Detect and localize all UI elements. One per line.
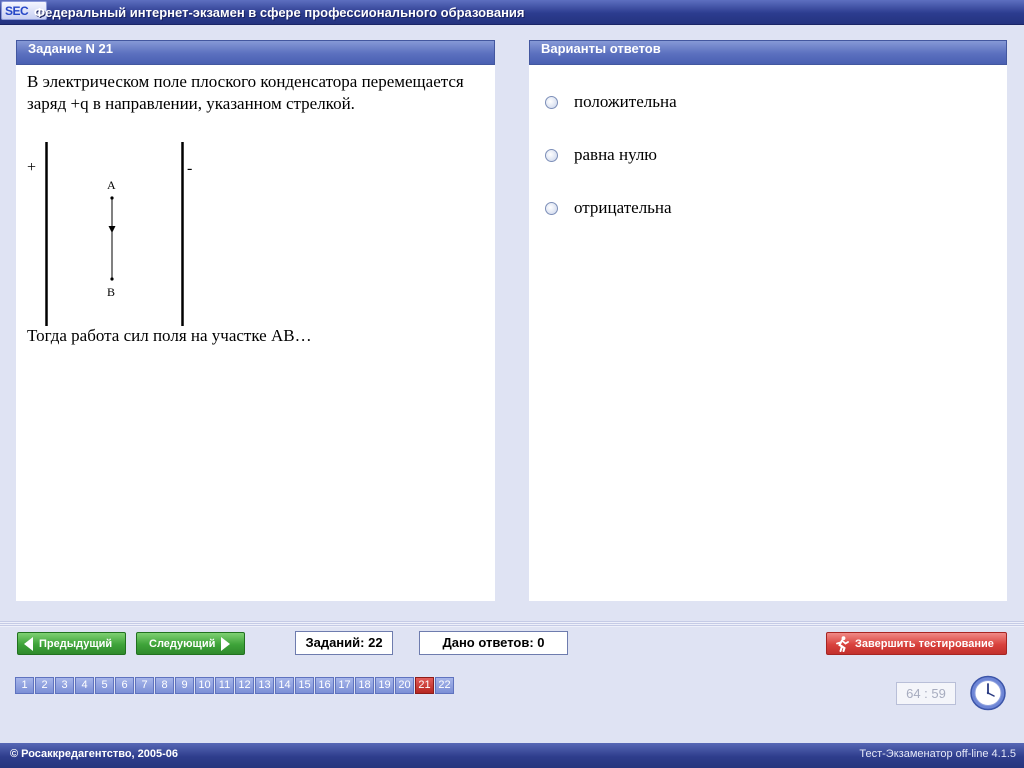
question-number-22[interactable]: 22 xyxy=(435,677,454,694)
question-number-7[interactable]: 7 xyxy=(135,677,154,694)
question-text-continued: Тогда работа сил поля на участке АВ… xyxy=(27,326,312,345)
control-divider xyxy=(0,621,1024,627)
question-number-6[interactable]: 6 xyxy=(115,677,134,694)
capacitor-diagram: + - A B xyxy=(27,142,192,326)
answers-header: Варианты ответов xyxy=(529,40,1007,65)
question-number-1[interactable]: 1 xyxy=(15,677,34,694)
tasks-count: Заданий: 22 xyxy=(295,631,393,655)
title-bar: SEC Федеральный интернет-экзамен в сфере… xyxy=(0,0,1024,25)
question-number-4[interactable]: 4 xyxy=(75,677,94,694)
answer-option[interactable]: положительна xyxy=(545,92,677,112)
prev-button-label: Предыдущий xyxy=(39,637,113,650)
task-header: Задание N 21 xyxy=(16,40,495,65)
app-title: Федеральный интернет-экзамен в сфере про… xyxy=(34,5,525,20)
copyright-text: © Росаккредагентство, 2005-06 xyxy=(10,748,179,760)
radio-button[interactable] xyxy=(545,148,558,162)
next-button-label: Следующий xyxy=(149,637,216,650)
question-number-5[interactable]: 5 xyxy=(95,677,114,694)
point-a xyxy=(110,196,114,200)
question-number-20[interactable]: 20 xyxy=(395,677,414,694)
question-number-21[interactable]: 21 xyxy=(415,677,434,694)
finish-test-button[interactable]: Завершить тестирование xyxy=(826,632,1007,655)
question-number-16[interactable]: 16 xyxy=(315,677,334,694)
question-number-14[interactable]: 14 xyxy=(275,677,294,694)
version-text: Тест-Экзаменатор off-line 4.1.5 xyxy=(859,748,1016,760)
footer-bar: © Росаккредагентство, 2005-06 Тест-Экзам… xyxy=(0,743,1024,768)
question-number-11[interactable]: 11 xyxy=(215,677,234,694)
answers-panel: Варианты ответов положительна равна нулю… xyxy=(529,40,1007,601)
exit-runner-icon xyxy=(836,635,849,652)
direction-arrow xyxy=(108,226,116,233)
finish-button-label: Завершить тестирование xyxy=(855,637,994,650)
question-text: В электрическом поле плоского конденсато… xyxy=(27,72,464,113)
question-number-13[interactable]: 13 xyxy=(255,677,274,694)
task-panel: Задание N 21 В электрическом поле плоско… xyxy=(16,40,495,601)
question-number-2[interactable]: 2 xyxy=(35,677,54,694)
answer-option[interactable]: равна нулю xyxy=(545,145,657,165)
plus-sign: + xyxy=(27,159,36,176)
question-number-15[interactable]: 15 xyxy=(295,677,314,694)
answer-label: положительна xyxy=(574,92,677,111)
arrow-right-icon xyxy=(221,636,231,651)
answers-given: Дано ответов: 0 xyxy=(419,631,568,655)
question-number-3[interactable]: 3 xyxy=(55,677,74,694)
question-number-19[interactable]: 19 xyxy=(375,677,394,694)
answer-label: отрицательна xyxy=(574,198,672,217)
label-b: B xyxy=(107,285,115,299)
answer-label: равна нулю xyxy=(574,145,657,164)
point-b xyxy=(110,277,114,281)
prev-button[interactable]: Предыдущий xyxy=(17,632,126,655)
minus-sign: - xyxy=(187,160,192,177)
question-navigation: 1 2 3 4 5 6 7 8 9 10 11 12 13 14 15 16 17 18 19 20 21 22 xyxy=(15,677,455,694)
radio-button[interactable] xyxy=(545,201,558,215)
clock-icon xyxy=(970,675,1006,711)
timer-display: 64 : 59 xyxy=(896,682,956,705)
radio-button[interactable] xyxy=(545,95,558,109)
next-button[interactable]: Следующий xyxy=(136,632,245,655)
question-number-17[interactable]: 17 xyxy=(335,677,354,694)
arrow-left-icon xyxy=(24,636,33,651)
question-number-9[interactable]: 9 xyxy=(175,677,194,694)
question-number-8[interactable]: 8 xyxy=(155,677,174,694)
answer-option[interactable]: отрицательна xyxy=(545,198,672,218)
question-number-18[interactable]: 18 xyxy=(355,677,374,694)
question-number-10[interactable]: 10 xyxy=(195,677,214,694)
question-number-12[interactable]: 12 xyxy=(235,677,254,694)
label-a: A xyxy=(107,178,116,192)
